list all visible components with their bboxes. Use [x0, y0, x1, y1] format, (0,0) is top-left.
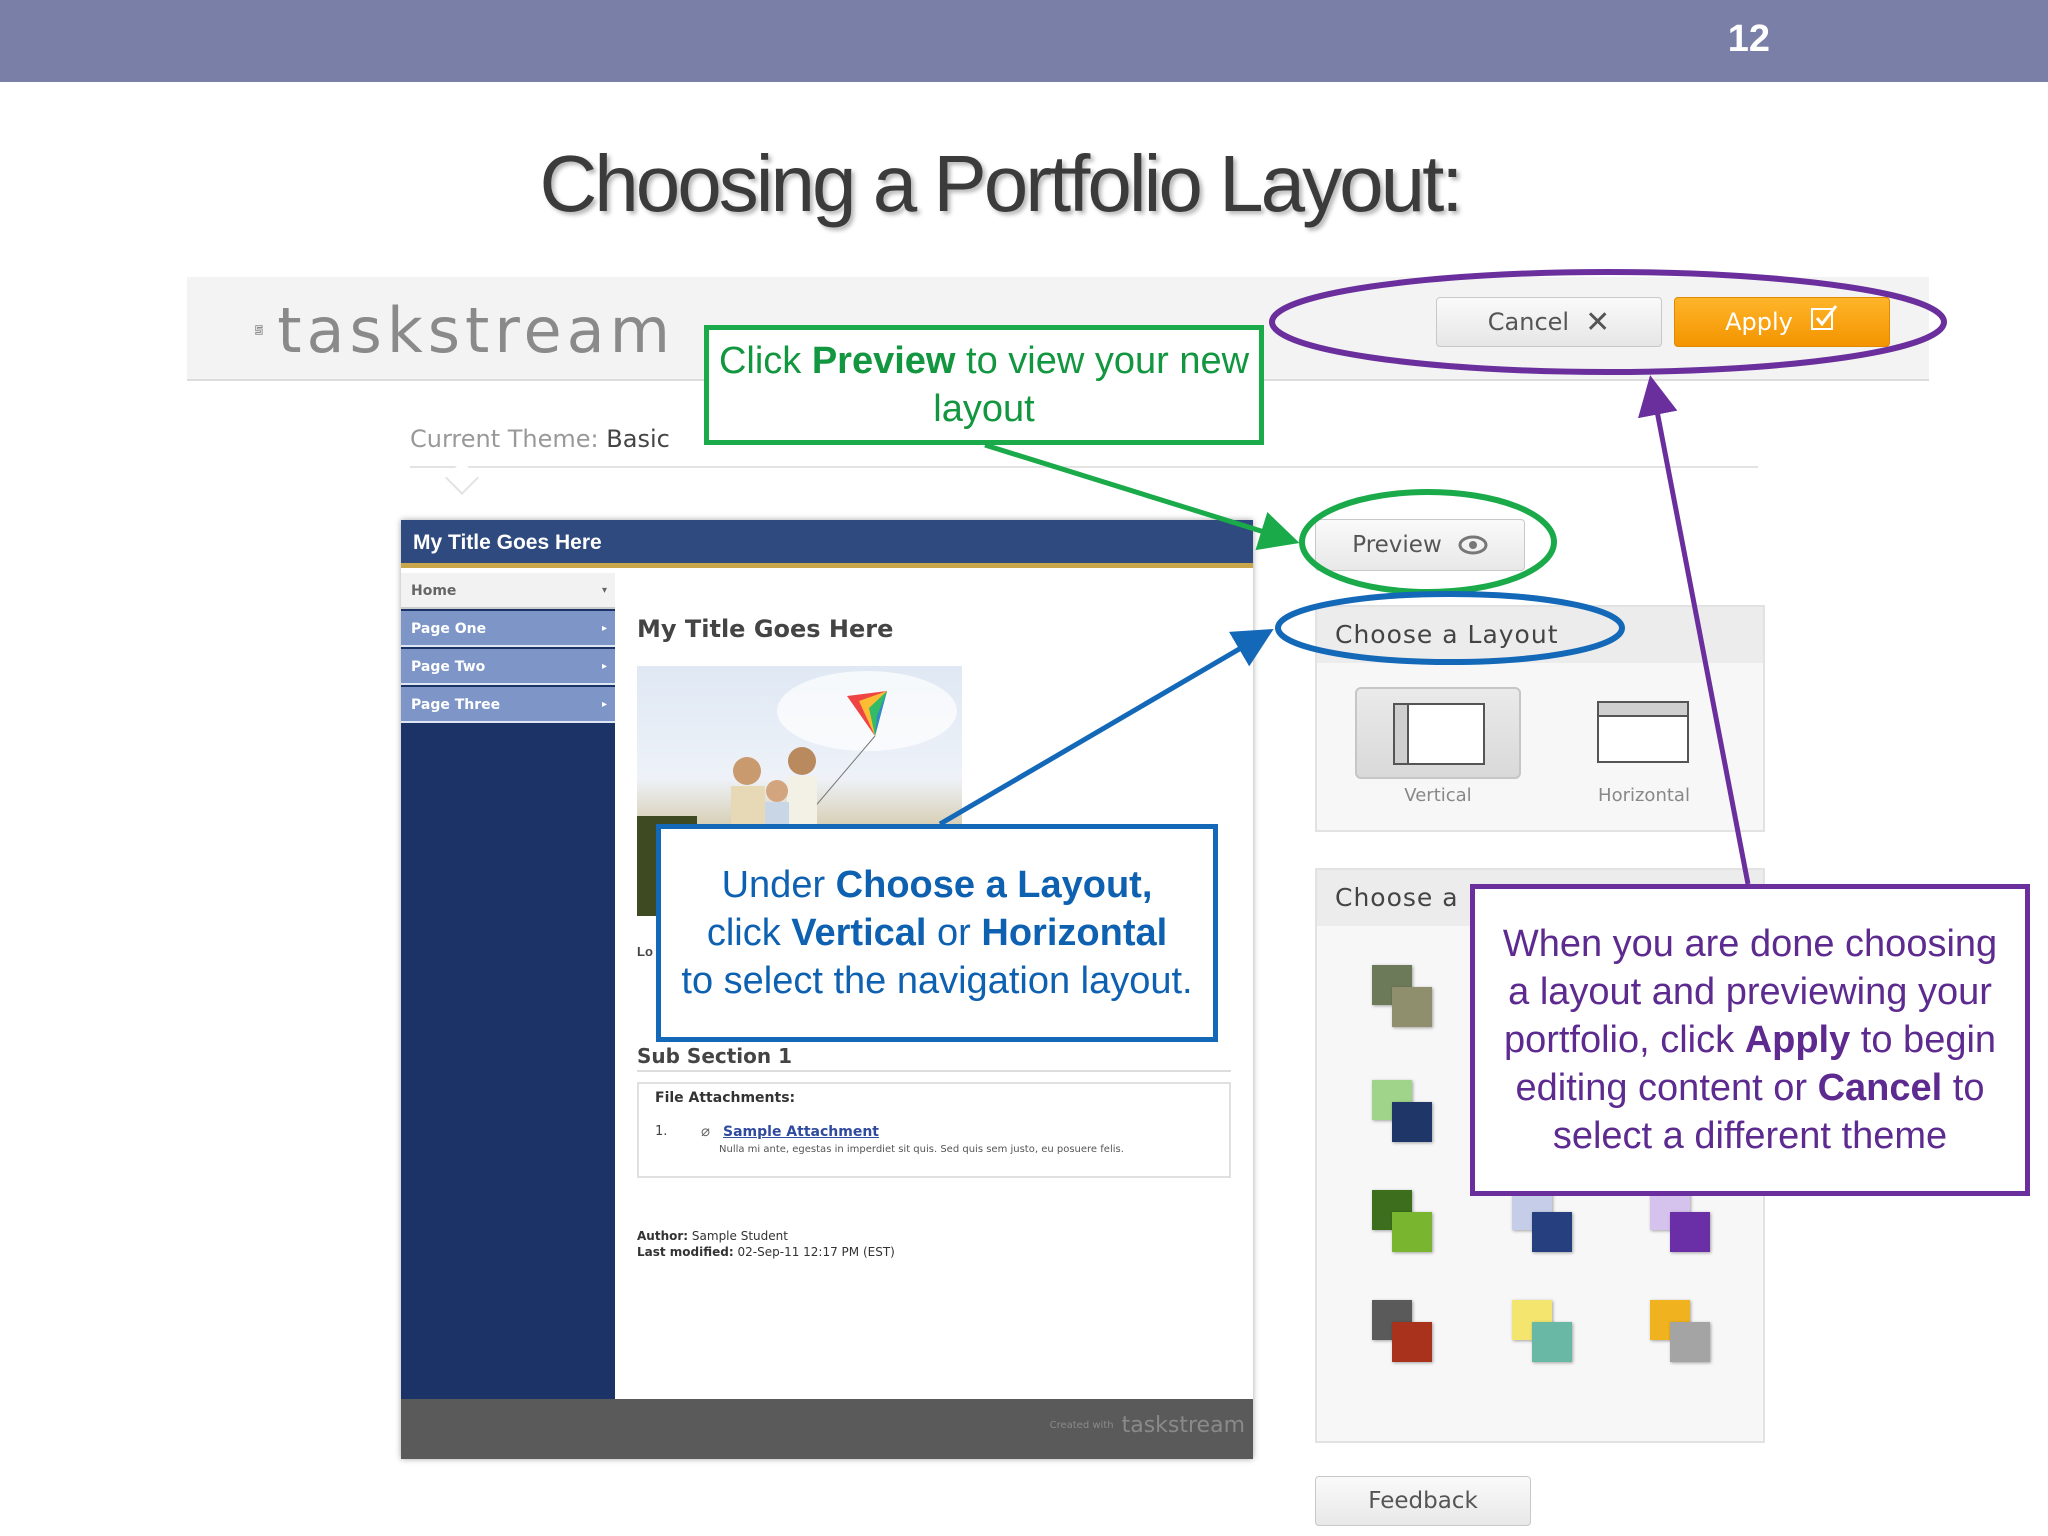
taskstream-logo-icon	[255, 325, 263, 335]
layout-option-vertical-label: Vertical	[1404, 785, 1472, 806]
taskstream-logo-text: taskstream	[277, 293, 675, 367]
layout-option-vertical[interactable]	[1355, 687, 1521, 779]
apply-button-label: Apply	[1725, 308, 1793, 336]
preview-nav-page-two[interactable]: Page Two ▸	[401, 649, 615, 685]
author-label: Author:	[637, 1229, 689, 1243]
preview-meta: Author: Sample Student Last modified: 02…	[637, 1228, 895, 1260]
modified-label: Last modified:	[637, 1245, 734, 1259]
preview-sidebar: Home ▾ Page One ▸ Page Two ▸ Page Three ▸	[401, 573, 615, 1399]
layout-option-horizontal-label: Horizontal	[1598, 785, 1690, 806]
preview-sub-section-title: Sub Section 1	[637, 1044, 793, 1068]
color-swatch[interactable]	[1372, 1300, 1434, 1366]
chevron-right-icon: ▸	[601, 623, 607, 634]
author-value: Sample Student	[691, 1229, 788, 1243]
preview-button-label: Preview	[1352, 532, 1442, 558]
preview-content-title: My Title Goes Here	[637, 615, 894, 643]
footer-created-with: Created with	[1049, 1420, 1114, 1431]
cancel-button-label: Cancel	[1487, 308, 1570, 336]
choose-layout-panel: Choose a Layout Vertical Horizontal	[1315, 605, 1765, 832]
feedback-button-label: Feedback	[1368, 1488, 1478, 1514]
close-icon: ✕	[1585, 304, 1611, 340]
preview-nav-page-one[interactable]: Page One ▸	[401, 611, 615, 647]
footer-logo-text: taskstream	[1121, 1413, 1245, 1438]
color-swatch[interactable]	[1372, 1190, 1434, 1256]
slide-number: 12	[1727, 18, 1770, 60]
attachments-title: File Attachments:	[655, 1090, 796, 1106]
preview-button[interactable]: Preview	[1315, 519, 1525, 571]
callout-choose-layout: Under Choose a Layout, click Vertical or…	[656, 824, 1218, 1042]
preview-file-attachments: File Attachments: 1. ⌀ Sample Attachment…	[637, 1082, 1231, 1178]
current-theme: Current Theme: Basic	[410, 425, 670, 453]
callout-apply-cancel: When you are done choosing a layout and …	[1470, 884, 2030, 1196]
layout-option-horizontal[interactable]	[1561, 687, 1727, 779]
color-swatch[interactable]	[1512, 1300, 1574, 1366]
preview-footer-credit: Created with taskstream	[1050, 1413, 1245, 1438]
color-swatch[interactable]	[1650, 1300, 1712, 1366]
chevron-right-icon: ▸	[601, 699, 607, 710]
chevron-down-icon: ▾	[601, 585, 607, 596]
chevron-right-icon: ▸	[601, 661, 607, 672]
color-swatch[interactable]	[1512, 1190, 1574, 1256]
current-theme-value: Basic	[606, 425, 670, 453]
attachment-number: 1.	[655, 1124, 668, 1139]
preview-footer: Created with taskstream	[401, 1399, 1253, 1459]
modified-value: 02-Sep-11 12:17 PM (EST)	[737, 1245, 895, 1259]
theme-divider	[410, 466, 1758, 468]
preview-nav-home[interactable]: Home ▾	[401, 573, 615, 609]
color-swatch[interactable]	[1650, 1190, 1712, 1256]
current-theme-label: Current Theme:	[410, 425, 599, 453]
callout-preview: Click Preview to view your new layout	[704, 325, 1264, 445]
slide-title: Choosing a Portfolio Layout:	[539, 139, 1463, 228]
choose-layout-title: Choose a Layout	[1317, 607, 1763, 663]
attachment-link[interactable]: Sample Attachment	[723, 1124, 879, 1140]
paperclip-icon: ⌀	[701, 1123, 711, 1140]
preview-header-title: My Title Goes Here	[401, 520, 1253, 568]
apply-button[interactable]: Apply	[1674, 297, 1890, 347]
taskstream-logo: taskstream	[255, 290, 675, 370]
attachment-description: Nulla mi ante, egestas in imperdiet sit …	[719, 1144, 1124, 1155]
vertical-layout-icon	[1393, 703, 1485, 765]
cancel-button[interactable]: Cancel ✕	[1436, 297, 1662, 347]
color-swatch[interactable]	[1372, 965, 1434, 1031]
preview-nav-page-three[interactable]: Page Three ▸	[401, 687, 615, 723]
color-swatch[interactable]	[1372, 1080, 1434, 1146]
feedback-button[interactable]: Feedback	[1315, 1476, 1531, 1526]
checkmark-box-icon	[1809, 303, 1839, 341]
eye-icon	[1458, 528, 1488, 563]
preview-lorem-fragment: Lo	[637, 944, 653, 959]
horizontal-layout-icon	[1597, 701, 1689, 763]
preview-sub-section-divider	[637, 1070, 1231, 1072]
